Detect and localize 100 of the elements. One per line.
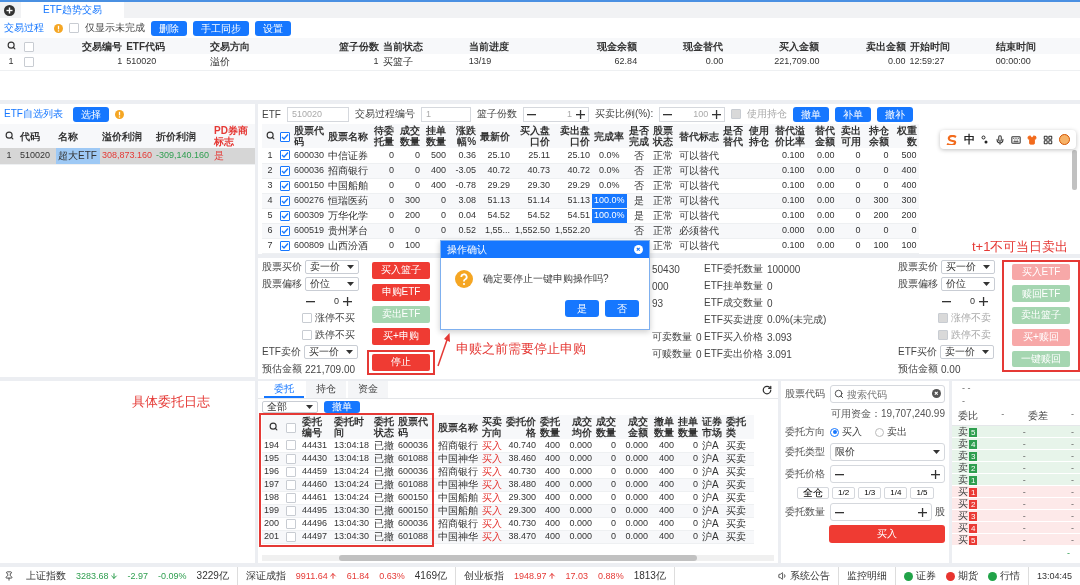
toolbar-button[interactable]: 手工同步 — [193, 20, 249, 36]
add-icon[interactable] — [4, 4, 15, 16]
clear-icon[interactable] — [932, 389, 941, 398]
plus-icon[interactable] — [343, 296, 352, 306]
scrollbar[interactable] — [1072, 150, 1077, 190]
action-button[interactable]: 申购ETF — [372, 283, 430, 301]
dropdown[interactable]: 价位 — [941, 277, 995, 291]
checkbox[interactable] — [286, 422, 296, 433]
notice-link[interactable]: 系统公告 — [789, 569, 830, 583]
plus-icon[interactable] — [918, 507, 927, 517]
fraction-button[interactable]: 1/5 — [910, 487, 934, 499]
fraction-button[interactable]: 1/4 — [884, 487, 908, 499]
search-icon[interactable] — [6, 40, 16, 50]
microphone-icon[interactable] — [995, 134, 1005, 145]
checkbox[interactable] — [280, 165, 290, 176]
checkbox[interactable] — [286, 466, 296, 477]
tab[interactable]: 资金 — [348, 381, 388, 398]
monitor-link[interactable]: 监控明细 — [846, 569, 887, 583]
toolbar-button[interactable]: 撤单 — [793, 106, 830, 122]
checkbox[interactable] — [280, 240, 290, 251]
keyboard-icon[interactable] — [1011, 134, 1021, 145]
punctuation-icon[interactable] — [981, 134, 989, 145]
pin-icon[interactable] — [4, 571, 14, 581]
shirt-icon[interactable] — [1027, 134, 1037, 145]
dialog-button[interactable]: 否 — [605, 300, 639, 317]
checkbox[interactable] — [280, 131, 290, 142]
search-icon[interactable] — [4, 130, 14, 140]
action-button[interactable]: 停止 — [372, 353, 430, 371]
annotation-text: 具体委托日志 — [132, 394, 210, 409]
dropdown[interactable]: 限价 — [830, 443, 945, 461]
table-cell: 0 — [370, 208, 397, 223]
annotation-arrow — [436, 333, 452, 367]
plus-icon[interactable] — [712, 109, 722, 119]
checkbox-label: 跌停不卖 — [951, 328, 991, 342]
input-mode[interactable]: 中 — [964, 132, 975, 147]
checkbox[interactable] — [69, 23, 79, 33]
dropdown[interactable]: 价位 — [305, 277, 359, 291]
scrollbar[interactable] — [262, 555, 774, 561]
level-price: - — [1022, 474, 1026, 485]
toolbar-button[interactable]: 补单 — [835, 106, 872, 122]
tab[interactable]: 持仓 — [306, 381, 346, 398]
dropdown[interactable]: 卖一价 — [305, 260, 359, 274]
dropdown[interactable]: 买一价 — [941, 260, 995, 274]
action-button[interactable]: 买+申购 — [372, 327, 430, 345]
dialog-button[interactable]: 是 — [565, 300, 599, 317]
tab[interactable]: 委托 — [264, 381, 304, 398]
refresh-icon[interactable] — [762, 384, 772, 395]
select-button[interactable]: 选择 — [72, 106, 109, 122]
checkbox[interactable] — [302, 330, 312, 340]
app-tab[interactable]: ETF趋势交易 — [21, 2, 124, 18]
checkbox[interactable] — [286, 531, 296, 542]
plus-icon[interactable] — [575, 109, 585, 119]
checkbox[interactable] — [286, 518, 296, 529]
table-row[interactable]: 1 1 510020 溢价 1 买篮子 13/19 62.84 0.00 221,709.00 0.00 12:59:27 00:00:00 — [0, 54, 1080, 70]
avatar-icon[interactable] — [1059, 134, 1070, 145]
checkbox[interactable] — [280, 195, 290, 206]
table-row[interactable]: 194 44431 13:04:18 已撤 600036 招商银行 买入 40.740 400 0.000 0 0.000 400 0 沪A 买卖 — [262, 439, 754, 452]
table-cell: 已撤 — [372, 504, 396, 517]
toolbar-button[interactable]: 撤补 — [877, 106, 914, 122]
dropdown[interactable]: 卖一价 — [939, 345, 994, 359]
checkbox[interactable] — [24, 41, 34, 52]
checkbox[interactable] — [280, 180, 290, 191]
search-icon[interactable] — [268, 421, 278, 431]
row-number[interactable]: 1 — [0, 148, 18, 164]
column-header: 替代溢价比率 — [772, 124, 807, 148]
table-cell: 200 — [396, 208, 423, 223]
action-button[interactable]: 买入篮子 — [372, 261, 430, 279]
checkbox[interactable] — [24, 56, 34, 67]
fraction-button[interactable]: 1/2 — [832, 487, 856, 499]
toolbar-button[interactable]: 删除 — [151, 20, 187, 36]
checkbox[interactable] — [280, 225, 290, 236]
checkbox[interactable] — [286, 440, 296, 451]
buy-button[interactable]: 买入 — [829, 525, 945, 543]
table-row[interactable]: 1 600030 中信证券 0 0 500 0.36 25.10 25.11 25.10 0.0% 否 正常 可以替代 0.100 0.00 0 0 500 — [262, 148, 919, 163]
checkbox[interactable] — [286, 453, 296, 464]
column-header: ETF代码 — [124, 38, 209, 54]
search-field[interactable]: 搜索代码 — [830, 385, 945, 403]
fraction-button[interactable]: 1/3 — [858, 487, 882, 499]
panel-tab[interactable]: 交易过程 — [4, 21, 48, 35]
checkbox[interactable] — [286, 505, 296, 516]
plus-icon[interactable] — [979, 296, 988, 306]
panel-tab[interactable]: ETF自选列表 — [4, 107, 67, 121]
column-header: 委托时间 — [332, 415, 372, 439]
close-icon[interactable] — [634, 245, 643, 254]
plus-icon[interactable] — [931, 469, 940, 479]
dropdown[interactable]: 买一价 — [303, 345, 358, 359]
cancel-button[interactable]: 撤单 — [324, 401, 360, 413]
table-cell: 29.300 — [504, 491, 538, 504]
checkbox[interactable] — [280, 150, 290, 161]
checkbox[interactable] — [286, 492, 296, 503]
checkbox[interactable] — [286, 479, 296, 490]
table-cell: 必须替代 — [676, 223, 721, 238]
row-number: 195 — [262, 452, 284, 465]
search-icon[interactable] — [265, 130, 275, 140]
fraction-button[interactable]: 全仓 — [797, 487, 829, 499]
checkbox[interactable] — [302, 313, 312, 323]
dropdown[interactable]: 全部 — [262, 401, 318, 413]
grid-icon[interactable] — [1043, 134, 1053, 145]
toolbar-button[interactable]: 设置 — [255, 20, 291, 36]
checkbox[interactable] — [280, 210, 290, 221]
